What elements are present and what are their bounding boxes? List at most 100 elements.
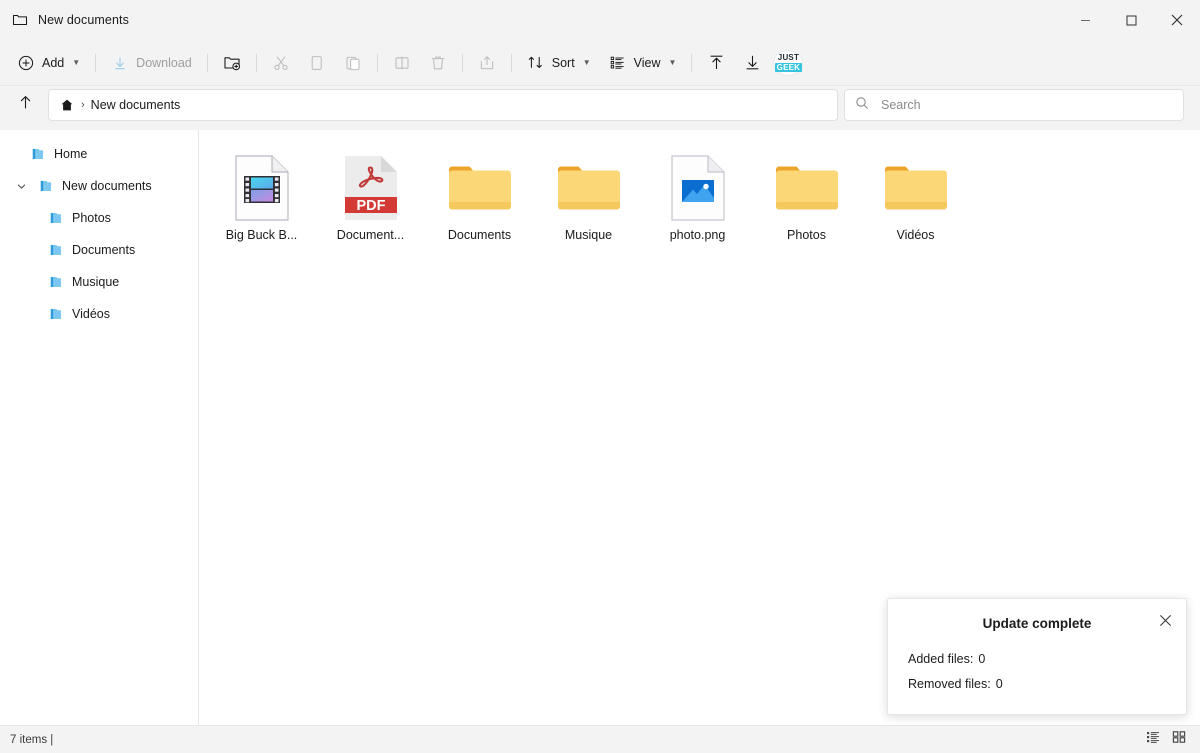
home-icon[interactable] (59, 97, 75, 113)
copy-button[interactable] (299, 47, 335, 79)
file-item-image[interactable]: photo.png (643, 148, 752, 256)
search-box[interactable] (844, 89, 1184, 121)
file-item-pdf[interactable]: PDF Document... (316, 148, 425, 256)
chevron-down-icon: ▼ (72, 57, 81, 67)
file-item-label: Photos (787, 228, 826, 242)
window-controls (1062, 0, 1200, 40)
toast-close-button[interactable] (1154, 612, 1176, 634)
arrow-up-icon (17, 94, 34, 116)
folder-yellow-icon (880, 154, 952, 222)
search-input[interactable] (881, 98, 1173, 112)
folder-blue-icon (48, 211, 64, 225)
svg-text:PDF: PDF (356, 198, 385, 214)
trash-icon (429, 54, 447, 72)
sidebar-item-musique[interactable]: Musique (6, 266, 192, 298)
folder-yellow-icon (771, 154, 843, 222)
new-folder-icon (223, 54, 241, 72)
logo-bottom-text: GEEK (774, 62, 803, 72)
download-arrow-icon (111, 54, 129, 72)
sort-arrows-icon (527, 54, 545, 72)
file-grid: Big Buck B... PDF Document... Documents … (207, 148, 1200, 256)
file-item-folder-musique[interactable]: Musique (534, 148, 643, 256)
logo-top-text: JUST (777, 52, 800, 62)
update-complete-toast: Update complete Added files: 0 Removed fi… (887, 598, 1187, 715)
add-button[interactable]: Add ▼ (8, 47, 89, 79)
sidebar-item-new-documents[interactable]: New documents (6, 170, 192, 202)
view-tiles-icon (1172, 730, 1186, 749)
image-file-icon (662, 154, 734, 222)
sort-button[interactable]: Sort ▼ (518, 47, 600, 79)
sidebar-item-photos[interactable]: Photos (6, 202, 192, 234)
upload-button[interactable] (698, 47, 734, 79)
breadcrumb[interactable]: › New documents (48, 89, 838, 121)
view-details-button[interactable] (1142, 730, 1164, 750)
up-button[interactable] (8, 89, 42, 121)
folder-blue-icon (38, 179, 54, 193)
view-tiles-button[interactable] (1168, 730, 1190, 750)
toolbar-separator (206, 53, 208, 72)
toolbar-separator (510, 53, 512, 72)
pdf-file-icon: PDF (335, 154, 407, 222)
status-bar: 7 items | (0, 725, 1200, 753)
sidebar-item-label: Documents (72, 243, 136, 257)
sidebar-item-label: Home (54, 147, 88, 161)
sidebar-item-home[interactable]: Home (6, 138, 192, 170)
file-item-label: photo.png (669, 228, 726, 242)
share-button[interactable] (469, 47, 505, 79)
close-button[interactable] (1154, 0, 1200, 40)
cut-button[interactable] (263, 47, 299, 79)
file-item-video[interactable]: Big Buck B... (207, 148, 316, 256)
file-item-folder-photos[interactable]: Photos (752, 148, 861, 256)
download-to-line-icon (743, 53, 762, 72)
sort-button-label: Sort (551, 55, 575, 70)
sidebar-item-label: Photos (72, 211, 111, 225)
upload-arrow-icon (707, 53, 726, 72)
share-icon (478, 54, 496, 72)
search-icon (855, 96, 869, 115)
paste-button[interactable] (335, 47, 371, 79)
new-folder-button[interactable] (214, 47, 250, 79)
plus-circle-icon (17, 54, 35, 72)
title-bar-left: New documents (0, 12, 129, 28)
delete-button[interactable] (420, 47, 456, 79)
chevron-down-icon[interactable] (12, 181, 30, 192)
toast-title: Update complete (982, 615, 1092, 631)
add-button-label: Add (42, 55, 65, 70)
breadcrumb-current[interactable]: New documents (91, 98, 181, 112)
sidebar-item-videos[interactable]: Vidéos (6, 298, 192, 330)
folder-blue-icon (48, 275, 64, 289)
window-title: New documents (38, 13, 129, 27)
sidebar-item-label: Musique (72, 275, 120, 289)
justgeek-logo-button[interactable]: JUST GEEK (770, 47, 806, 79)
rename-button[interactable] (384, 47, 420, 79)
file-item-label: Vidéos (896, 228, 935, 242)
toast-added-value: 0 (978, 652, 986, 666)
navigation-sidebar: Home New documents Photos Documents Musi… (0, 130, 199, 725)
command-bar: Add ▼ Download Sort ▼ View ▼ JUST GEEK (0, 40, 1200, 86)
sidebar-item-label: New documents (62, 179, 152, 193)
download-button[interactable]: Download (102, 47, 201, 79)
toast-removed-label: Removed files: (908, 677, 991, 691)
chevron-down-icon: ▼ (668, 57, 677, 67)
folder-yellow-icon (444, 154, 516, 222)
address-bar-row: › New documents (0, 86, 1200, 130)
maximize-button[interactable] (1108, 0, 1154, 40)
toast-body: Added files: 0 Removed files: 0 (888, 647, 1186, 697)
toolbar-separator (691, 53, 693, 72)
view-button[interactable]: View ▼ (600, 47, 686, 79)
file-item-folder-videos[interactable]: Vidéos (861, 148, 970, 256)
rename-icon (393, 54, 411, 72)
toast-removed-value: 0 (995, 677, 1003, 691)
toast-header: Update complete (888, 599, 1186, 647)
minimize-button[interactable] (1062, 0, 1108, 40)
copy-icon (308, 54, 326, 72)
sidebar-item-label: Vidéos (72, 307, 110, 321)
toast-added-row: Added files: 0 (908, 647, 1186, 672)
file-item-folder-documents[interactable]: Documents (425, 148, 534, 256)
file-item-label: Document... (336, 228, 405, 242)
sidebar-item-documents[interactable]: Documents (6, 234, 192, 266)
paste-icon (344, 54, 362, 72)
sync-download-button[interactable] (734, 47, 770, 79)
chevron-down-icon: ▼ (582, 57, 591, 67)
folder-blue-icon (30, 147, 46, 161)
